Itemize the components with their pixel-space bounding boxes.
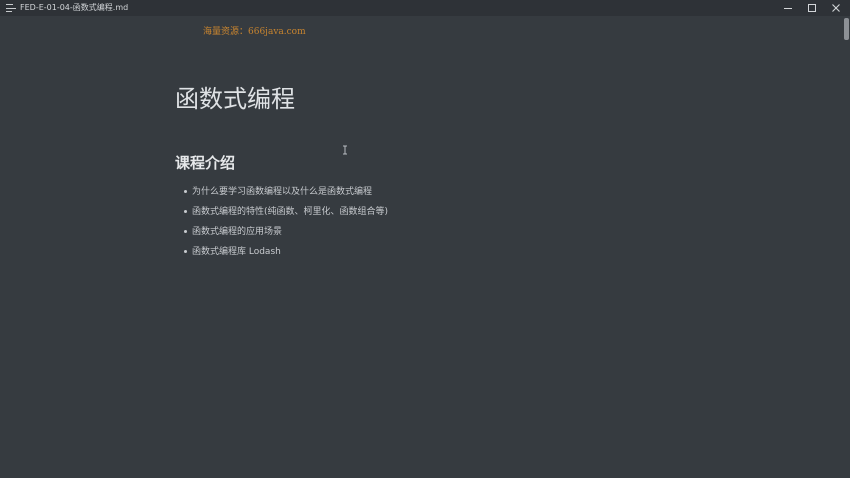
- scrollbar-thumb[interactable]: [844, 18, 849, 40]
- list-item: 函数式编程的应用场景: [184, 224, 388, 244]
- topic-list: 为什么要学习函数编程以及什么是函数式编程 函数式编程的特性(纯函数、柯里化、函数…: [184, 184, 388, 264]
- text-cursor-icon: [343, 145, 347, 155]
- document-title: 函数式编程: [175, 85, 295, 113]
- editor-window: FED-E-01-04-函数式编程.md 海量资源：666java.com 函数…: [0, 0, 850, 478]
- bullet-icon: [184, 230, 187, 233]
- hamburger-menu-icon[interactable]: [6, 4, 16, 12]
- maximize-icon: [808, 4, 816, 12]
- watermark-text: 海量资源：666java.com: [203, 27, 306, 37]
- maximize-button[interactable]: [800, 0, 824, 16]
- list-item-text: 为什么要学习函数编程以及什么是函数式编程: [192, 187, 373, 197]
- list-item-text: 函数式编程库 Lodash: [192, 247, 281, 257]
- minimize-button[interactable]: [776, 0, 800, 16]
- bullet-icon: [184, 210, 187, 213]
- list-item: 为什么要学习函数编程以及什么是函数式编程: [184, 184, 388, 204]
- bullet-icon: [184, 190, 187, 193]
- list-item-text: 函数式编程的特性(纯函数、柯里化、函数组合等): [192, 207, 389, 217]
- close-icon: [832, 4, 840, 12]
- close-button[interactable]: [824, 0, 848, 16]
- list-item-text: 函数式编程的应用场景: [192, 227, 283, 237]
- minimize-icon: [784, 8, 792, 9]
- section-heading: 课程介绍: [175, 154, 236, 172]
- list-item: 函数式编程库 Lodash: [184, 244, 388, 264]
- list-item: 函数式编程的特性(纯函数、柯里化、函数组合等): [184, 204, 388, 224]
- window-title: FED-E-01-04-函数式编程.md: [20, 3, 129, 12]
- bullet-icon: [184, 250, 187, 253]
- title-bar[interactable]: FED-E-01-04-函数式编程.md: [0, 0, 850, 16]
- vertical-scrollbar[interactable]: [843, 16, 850, 478]
